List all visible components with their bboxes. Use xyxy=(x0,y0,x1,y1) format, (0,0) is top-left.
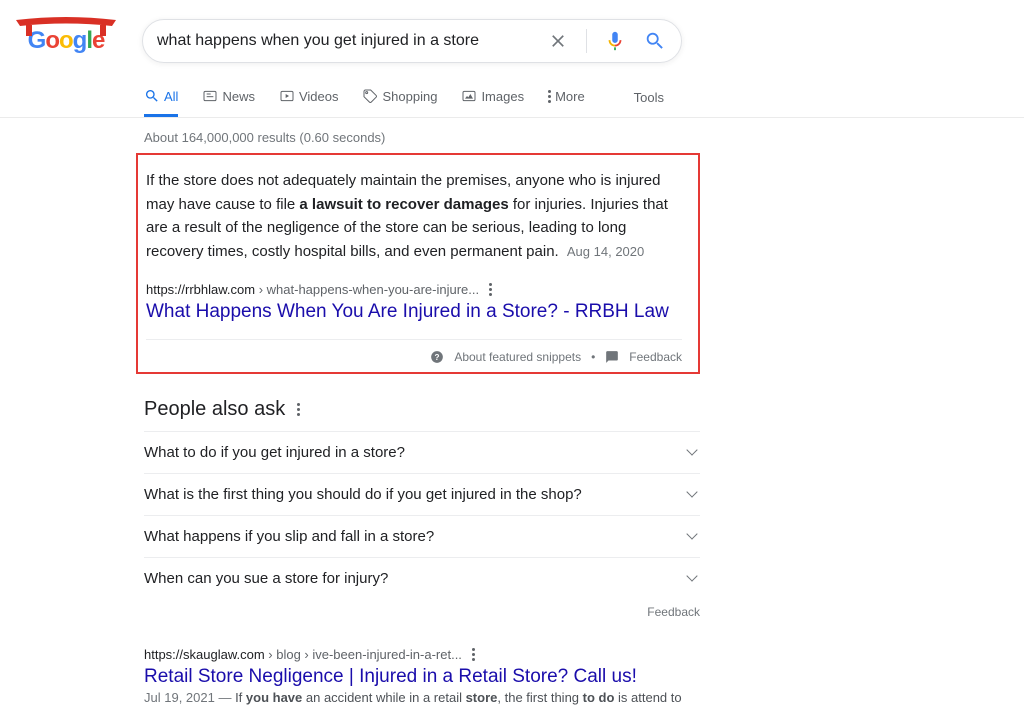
about-featured-link[interactable]: About featured snippets xyxy=(454,350,581,364)
paa-question[interactable]: What to do if you get injured in a store… xyxy=(144,431,700,473)
chevron-down-icon xyxy=(686,571,697,582)
search-icon xyxy=(144,88,160,104)
featured-snippet: If the store does not adequately maintai… xyxy=(136,153,700,374)
search-bar[interactable] xyxy=(142,19,682,63)
more-icon[interactable] xyxy=(489,283,492,296)
tools-button[interactable]: Tools xyxy=(634,78,664,115)
tab-images[interactable]: Images xyxy=(461,76,524,117)
search-result: https://skauglaw.com › blog › ive-been-i… xyxy=(144,647,700,705)
search-input[interactable] xyxy=(157,32,546,50)
tab-shopping[interactable]: Shopping xyxy=(362,76,437,117)
featured-text: If the store does not adequately maintai… xyxy=(146,169,682,264)
featured-date: Aug 14, 2020 xyxy=(567,244,644,259)
google-logo[interactable]: Google xyxy=(20,16,112,66)
result-stats: About 164,000,000 results (0.60 seconds) xyxy=(144,118,700,153)
feedback-link[interactable]: Feedback xyxy=(629,350,682,364)
tab-more[interactable]: More xyxy=(548,76,585,117)
chevron-down-icon xyxy=(686,529,697,540)
paa-question[interactable]: What happens if you slip and fall in a s… xyxy=(144,515,700,557)
featured-title-link[interactable]: What Happens When You Are Injured in a S… xyxy=(146,301,682,323)
clear-icon[interactable] xyxy=(546,29,570,53)
paa-question[interactable]: When can you sue a store for injury? xyxy=(144,557,700,599)
help-icon: ? xyxy=(430,350,444,364)
more-icon[interactable] xyxy=(472,648,475,661)
torii-gate-icon xyxy=(16,16,116,36)
more-icon xyxy=(548,90,551,103)
search-icon[interactable] xyxy=(643,29,667,53)
result-snippet: Jul 19, 2021 — If you have an accident w… xyxy=(144,690,700,705)
featured-url[interactable]: https://rrbhlaw.com › what-happens-when-… xyxy=(146,282,682,297)
chevron-down-icon xyxy=(686,445,697,456)
paa-heading: People also ask xyxy=(144,398,285,421)
more-icon[interactable] xyxy=(297,403,300,416)
svg-text:?: ? xyxy=(435,353,440,362)
tab-videos[interactable]: Videos xyxy=(279,76,339,117)
tab-all[interactable]: All xyxy=(144,76,178,117)
tab-news[interactable]: News xyxy=(202,76,255,117)
paa-question[interactable]: What is the first thing you should do if… xyxy=(144,473,700,515)
result-title-link[interactable]: Retail Store Negligence | Injured in a R… xyxy=(144,666,700,688)
chevron-down-icon xyxy=(686,487,697,498)
image-icon xyxy=(461,88,477,104)
paa-feedback-link[interactable]: Feedback xyxy=(144,599,700,619)
video-icon xyxy=(279,88,295,104)
tag-icon xyxy=(362,88,378,104)
mic-icon[interactable] xyxy=(603,29,627,53)
people-also-ask: People also ask What to do if you get in… xyxy=(144,398,700,619)
news-icon xyxy=(202,88,218,104)
feedback-icon xyxy=(605,350,619,364)
result-url[interactable]: https://skauglaw.com › blog › ive-been-i… xyxy=(144,647,700,662)
